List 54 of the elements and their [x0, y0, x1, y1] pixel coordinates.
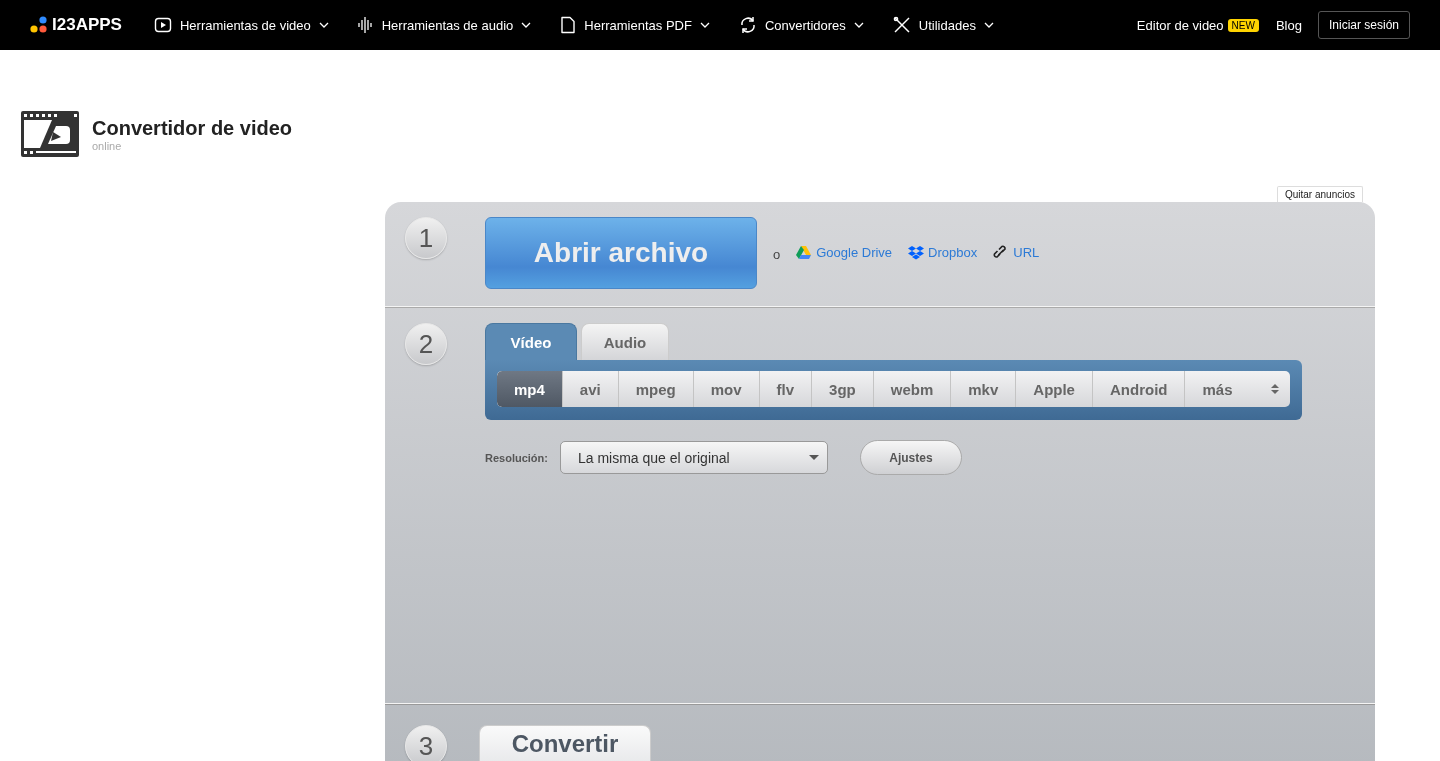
page-subtitle: online — [92, 139, 123, 152]
caret-icon — [853, 21, 864, 29]
nav-menu[interactable]: Convertidores — [738, 16, 864, 34]
source-link[interactable]: Google Drive — [796, 245, 893, 260]
nav-menu[interactable]: Utilidades — [892, 16, 994, 34]
caret-icon — [699, 21, 710, 29]
nav-menu[interactable]: Herramientas de audio — [357, 16, 532, 34]
logo-icon — [29, 16, 49, 34]
document-icon — [560, 16, 577, 34]
step-number: 2 — [405, 323, 447, 365]
logo-text[interactable]: I23APPS — [52, 15, 122, 35]
format-option[interactable]: mkv — [951, 371, 1017, 407]
format-option[interactable]: mpeg — [618, 371, 694, 407]
sort-icon — [1270, 382, 1280, 396]
caret-icon — [521, 21, 532, 29]
format-option[interactable]: flv — [759, 371, 813, 407]
caret-icon — [318, 21, 329, 29]
play-icon — [153, 16, 172, 34]
resolution-dropdown[interactable]: La misma que el original — [559, 441, 828, 474]
remove-ads-button[interactable]: Quitar anuncios — [1276, 186, 1363, 202]
login-button[interactable]: Iniciar sesión — [1317, 11, 1410, 39]
format-option[interactable]: avi — [562, 371, 619, 407]
format-tab[interactable]: Vídeo — [485, 323, 577, 360]
page-title: Convertidor de video — [92, 116, 293, 140]
nav-menu[interactable]: Herramientas PDF — [560, 16, 710, 34]
editor-link[interactable]: Editor de video — [1136, 17, 1224, 33]
format-option[interactable]: mov — [693, 371, 760, 407]
tools-icon — [892, 16, 911, 34]
drive-icon — [796, 245, 813, 260]
source-link[interactable]: URL — [993, 245, 1040, 260]
step-number: 3 — [405, 725, 447, 761]
format-option[interactable]: Android — [1092, 371, 1186, 407]
blog-link[interactable]: Blog — [1275, 17, 1302, 33]
step-number: 1 — [405, 217, 447, 259]
format-option[interactable]: Apple — [1016, 371, 1093, 407]
source-link[interactable]: Dropbox — [908, 245, 978, 260]
refresh-icon — [738, 16, 757, 34]
film-icon — [20, 110, 80, 158]
dropbox-icon — [908, 245, 925, 260]
dropdown-arrow-icon — [808, 454, 819, 461]
format-option[interactable]: 3gp — [812, 371, 874, 407]
format-tab[interactable]: Audio — [581, 323, 669, 360]
sound-wave-icon — [357, 16, 374, 34]
convert-button[interactable]: Convertir — [479, 725, 651, 761]
settings-button[interactable]: Ajustes — [859, 440, 962, 475]
new-badge: NEW — [1227, 18, 1259, 32]
format-option[interactable]: webm — [873, 371, 952, 407]
caret-icon — [983, 21, 994, 29]
or-text: o — [773, 247, 781, 262]
nav-menu[interactable]: Herramientas de video — [153, 16, 329, 34]
format-option[interactable]: mp4 — [497, 371, 563, 407]
more-formats-dropdown[interactable]: más — [1185, 371, 1290, 407]
resolution-label: Resolución: — [485, 451, 548, 464]
open-file-button[interactable]: Abrir archivo — [485, 217, 757, 289]
